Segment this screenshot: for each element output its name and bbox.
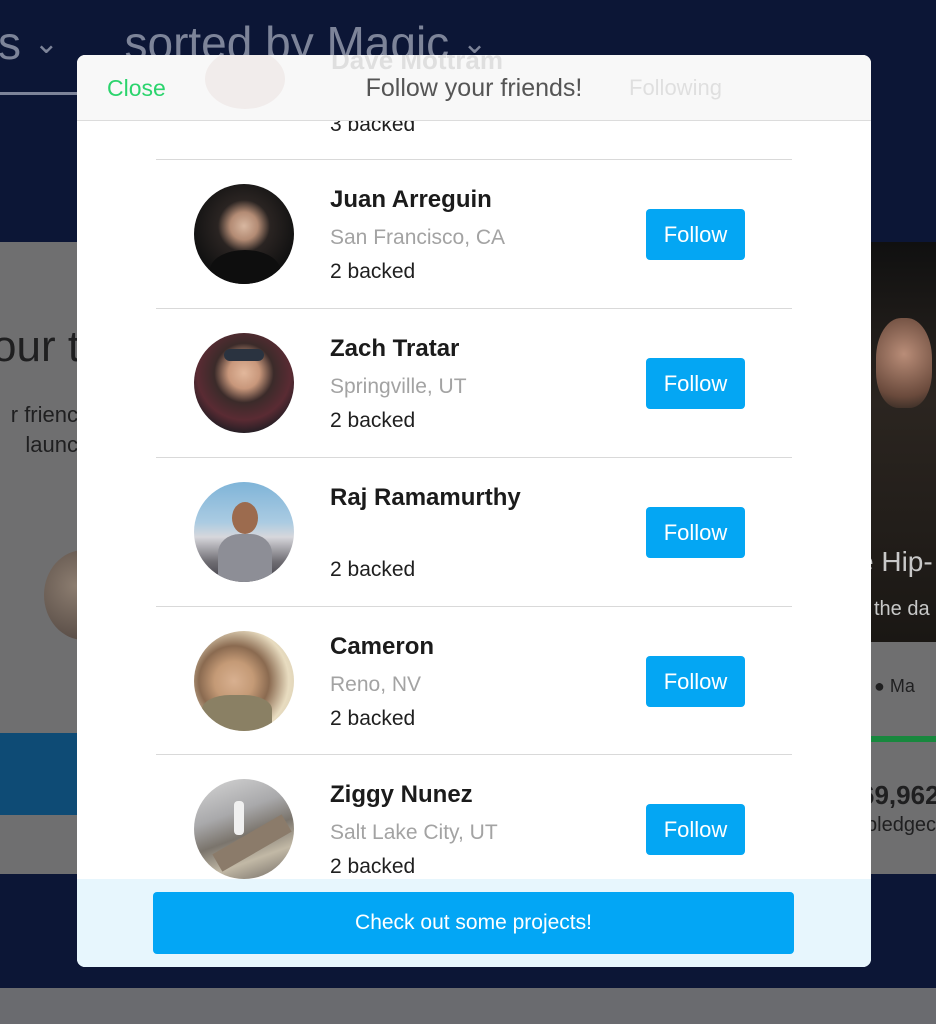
background-project-photo (870, 242, 936, 642)
check-out-projects-button[interactable]: Check out some projects! (153, 892, 794, 954)
modal-title: Follow your friends! (365, 74, 583, 102)
modal-footer: Check out some projects! (77, 879, 871, 967)
friend-name: Zach Tratar (330, 335, 460, 362)
list-item: Ziggy Nunez Salt Lake City, UT 2 backed … (156, 755, 792, 879)
follow-button[interactable]: Follow (646, 656, 745, 707)
background-project-face (876, 318, 932, 408)
list-item: Zach Tratar Springville, UT 2 backed Fol… (156, 309, 792, 457)
background-filter-category: s (0, 17, 21, 69)
friend-location: Reno, NV (330, 673, 422, 696)
friend-backed-count: 2 backed (330, 260, 416, 283)
background-project-subtitle: the da (874, 598, 930, 620)
chevron-down-icon: ⌄ (33, 27, 59, 60)
friend-location: San Francisco, CA (330, 226, 506, 249)
background-left-button (0, 733, 78, 815)
follow-button[interactable]: Follow (646, 209, 745, 260)
background-progress-bar (870, 736, 936, 742)
location-pin-icon: ● (874, 676, 885, 696)
friend-location: Salt Lake City, UT (330, 821, 498, 844)
background-filter-underline (0, 92, 80, 95)
background-left-text: r frienc launc (0, 400, 78, 460)
avatar (194, 779, 294, 879)
modal-header: Dave Mottram Following Close Follow your… (77, 55, 871, 121)
friend-name: Cameron (330, 633, 435, 660)
background-bottom-bar (0, 988, 936, 1024)
avatar (194, 184, 294, 284)
avatar (194, 482, 294, 582)
background-left-title: our t (0, 322, 81, 371)
background-left-line: r frienc (10, 402, 78, 427)
ghost-name: Dave Mottram (331, 55, 503, 75)
friend-backed-count: 2 backed (330, 409, 416, 432)
friend-name: Juan Arreguin (330, 186, 492, 213)
list-item: Cameron Reno, NV 2 backed Follow (156, 607, 792, 755)
list-item: Raj Ramamurthy 2 backed Follow (156, 458, 792, 606)
friend-name: Ziggy Nunez (330, 781, 473, 808)
follow-button[interactable]: Follow (646, 804, 745, 855)
follow-friends-modal: Dave Mottram Following Close Follow your… (77, 55, 871, 967)
friend-name: Raj Ramamurthy (330, 484, 521, 511)
background-left-line: launc (25, 432, 78, 457)
background-location-text: Ma (889, 676, 915, 696)
background-pledged-amount: 69,962 (860, 780, 936, 810)
avatar (194, 333, 294, 433)
friend-location: Springville, UT (330, 375, 467, 398)
avatar (194, 631, 294, 731)
follow-button[interactable]: Follow (646, 507, 745, 558)
friend-backed-count: 2 backed (330, 707, 416, 730)
friend-backed-count: 2 backed (330, 558, 416, 581)
background-pledged-label: pledgec (866, 814, 936, 836)
background-project-location: ● Ma (874, 676, 915, 697)
list-item: Juan Arreguin San Francisco, CA 2 backed… (156, 160, 792, 308)
follow-button[interactable]: Follow (646, 358, 745, 409)
friends-list[interactable]: 3 backed Juan Arreguin San Francisco, CA… (77, 121, 871, 879)
friend-backed-count: 2 backed (330, 855, 416, 878)
partial-backed-count: 3 backed (330, 121, 416, 136)
